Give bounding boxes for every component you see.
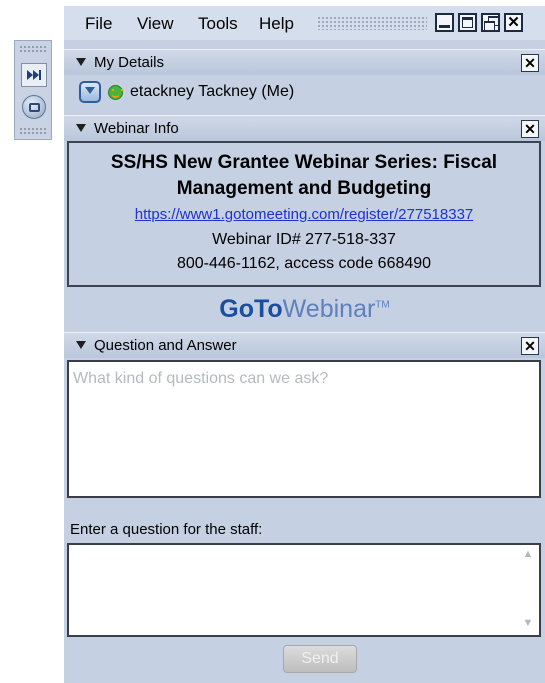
webinar-info-box: SS/HS New Grantee Webinar Series: Fiscal… [67, 141, 541, 287]
my-details-title: My Details [94, 54, 165, 71]
logo-webinar: Webinar [282, 295, 376, 323]
drag-grip-icon[interactable] [317, 16, 427, 30]
user-row: etackney Tackney (Me) [64, 75, 545, 111]
menu-help[interactable]: Help [259, 14, 294, 34]
webinar-id: Webinar ID# 277-518-337 [212, 231, 396, 248]
scroll-down-icon[interactable]: ▼ [521, 616, 535, 630]
webinar-info-title: Webinar Info [94, 120, 179, 137]
user-dropdown-icon[interactable] [79, 81, 101, 103]
control-panel: File View Tools Help ✕ My Details ✕ etac… [64, 6, 545, 683]
collapse-triangle-icon[interactable] [76, 341, 86, 349]
logo-go: GoTo [219, 295, 283, 323]
menu-bar: File View Tools Help ✕ [64, 6, 545, 40]
close-icon[interactable]: ✕ [521, 337, 539, 355]
screen-icon [28, 102, 40, 112]
logo-tm: TM [375, 299, 390, 311]
qa-title: Question and Answer [94, 337, 237, 354]
status-smiley-icon [108, 85, 123, 100]
qa-header[interactable]: Question and Answer ✕ [64, 332, 545, 358]
minimize-icon[interactable] [435, 13, 454, 32]
collapse-triangle-icon[interactable] [76, 124, 86, 132]
question-input[interactable] [67, 543, 541, 637]
close-icon[interactable]: ✕ [521, 120, 539, 138]
qa-log-text: What kind of questions can we ask? [73, 370, 329, 387]
my-details-header[interactable]: My Details ✕ [64, 49, 545, 75]
drag-grip-icon[interactable] [19, 127, 47, 135]
menu-file[interactable]: File [85, 14, 112, 34]
mini-control-bar [14, 40, 52, 140]
drag-grip-icon[interactable] [19, 45, 47, 53]
screen-share-button[interactable] [22, 95, 46, 119]
webinar-title: SS/HS New Grantee Webinar Series: Fiscal… [110, 152, 498, 199]
collapse-triangle-icon[interactable] [76, 58, 86, 66]
menu-tools[interactable]: Tools [198, 14, 238, 34]
show-panel-button[interactable] [21, 63, 47, 87]
register-link[interactable]: https://www1.gotomeeting.com/register/27… [69, 206, 539, 223]
close-icon[interactable]: ✕ [504, 13, 523, 32]
menu-view[interactable]: View [137, 14, 174, 34]
gotowebinar-logo: GoToWebinarTM [64, 295, 545, 324]
phone-access: 800-446-1162, access code 668490 [176, 255, 432, 272]
user-name: etackney Tackney (Me) [130, 83, 295, 100]
qa-log[interactable]: What kind of questions can we ask? [67, 360, 541, 498]
webinar-info-header[interactable]: Webinar Info ✕ [64, 115, 545, 141]
scroll-up-icon[interactable]: ▲ [521, 547, 535, 561]
close-icon[interactable]: ✕ [521, 54, 539, 72]
double-arrow-icon [27, 70, 41, 80]
restore-icon[interactable] [481, 13, 500, 32]
question-label: Enter a question for the staff: [70, 521, 263, 538]
maximize-icon[interactable] [458, 13, 477, 32]
send-button[interactable]: Send [283, 645, 357, 673]
